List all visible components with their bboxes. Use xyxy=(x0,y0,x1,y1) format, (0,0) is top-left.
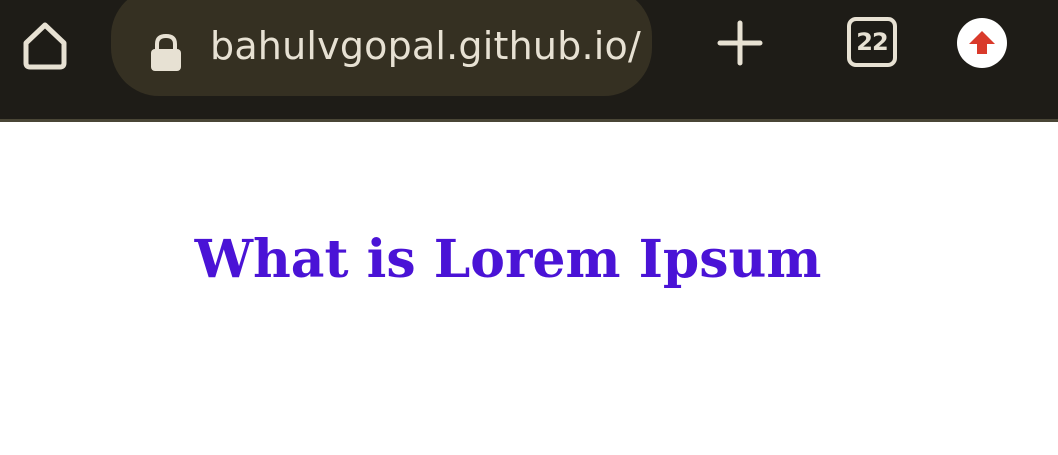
tab-switcher-button[interactable]: 22 xyxy=(847,17,897,67)
home-button[interactable] xyxy=(14,14,76,76)
lock-icon xyxy=(151,33,181,71)
update-button[interactable] xyxy=(957,18,1007,68)
update-arrow-icon xyxy=(969,31,995,54)
url-text: bahulvgopal.github.io/ xyxy=(210,24,641,68)
browser-toolbar: bahulvgopal.github.io/ 22 xyxy=(0,0,1058,119)
address-bar[interactable]: bahulvgopal.github.io/ xyxy=(111,0,652,96)
tab-count: 22 xyxy=(856,28,888,56)
web-page: What is Lorem Ipsum xyxy=(0,122,1058,455)
home-icon xyxy=(23,22,67,70)
page-heading: What is Lorem Ipsum xyxy=(194,229,822,290)
plus-icon xyxy=(717,20,763,66)
new-tab-button[interactable] xyxy=(712,18,768,68)
